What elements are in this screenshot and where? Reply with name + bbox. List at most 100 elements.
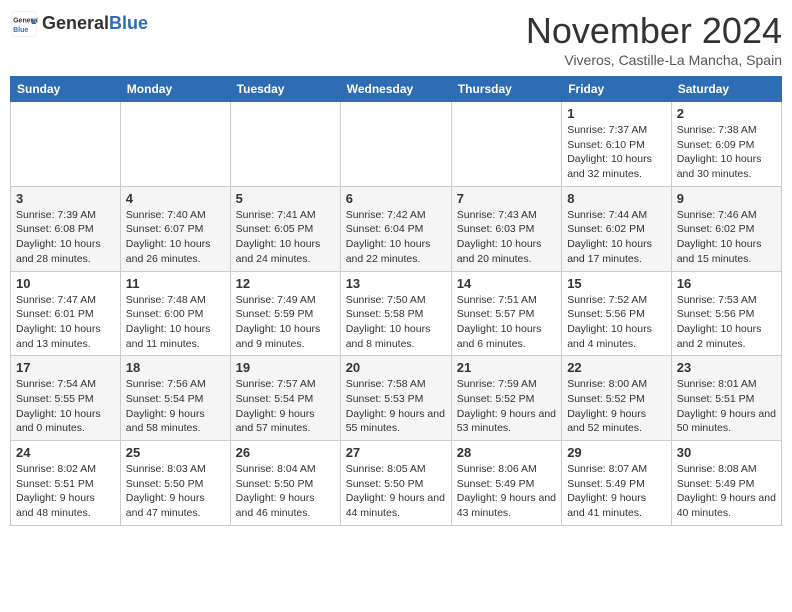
day-number: 9 <box>677 191 776 206</box>
calendar-cell: 4Sunrise: 7:40 AM Sunset: 6:07 PM Daylig… <box>120 186 230 271</box>
day-info: Sunrise: 7:44 AM Sunset: 6:02 PM Dayligh… <box>567 208 666 267</box>
calendar-cell: 24 Sunrise: 8:02 AM Sunset: 5:51 PM Dayli… <box>11 441 121 526</box>
day-number: 5 <box>236 191 335 206</box>
day-number: 19 <box>236 360 335 375</box>
day-number: 26 <box>236 445 335 460</box>
calendar-cell <box>340 102 451 187</box>
day-number: 20 <box>346 360 446 375</box>
logo-blue-text: Blue <box>109 13 148 33</box>
day-info: Sunrise: 7:48 AM Sunset: 6:00 PM Dayligh… <box>126 293 225 352</box>
calendar-cell: 16 Sunrise: 7:53 AM Sunset: 5:56 PM Dayli… <box>671 271 781 356</box>
calendar-cell: 7 Sunrise: 7:43 AM Sunset: 6:03 PM Daylig… <box>451 186 561 271</box>
day-number: 17 <box>16 360 115 375</box>
day-info: Sunrise: 7:47 AM Sunset: 6:01 PM Dayligh… <box>16 293 115 352</box>
day-number: 7 <box>457 191 556 206</box>
day-info: Sunrise: 8:04 AM Sunset: 5:50 PM Dayligh… <box>236 462 335 521</box>
day-info: Sunrise: 7:41 AM Sunset: 6:05 PM Dayligh… <box>236 208 335 267</box>
day-info: Sunrise: 8:00 AM Sunset: 5:52 PM Dayligh… <box>567 377 666 436</box>
day-info: Sunrise: 7:43 AM Sunset: 6:03 PM Dayligh… <box>457 208 556 267</box>
day-info: Sunrise: 8:05 AM Sunset: 5:50 PM Dayligh… <box>346 462 446 521</box>
day-number: 29 <box>567 445 666 460</box>
calendar-week-2: 3Sunrise: 7:39 AM Sunset: 6:08 PM Daylig… <box>11 186 782 271</box>
day-info: Sunrise: 8:02 AM Sunset: 5:51 PM Dayligh… <box>16 462 115 521</box>
day-info: Sunrise: 8:01 AM Sunset: 5:51 PM Dayligh… <box>677 377 776 436</box>
page-header: General Blue GeneralBlue November 2024 V… <box>10 10 782 68</box>
weekday-header-row: SundayMondayTuesdayWednesdayThursdayFrid… <box>11 77 782 102</box>
day-info: Sunrise: 8:03 AM Sunset: 5:50 PM Dayligh… <box>126 462 225 521</box>
day-number: 11 <box>126 276 225 291</box>
day-number: 24 <box>16 445 115 460</box>
calendar-cell: 30 Sunrise: 8:08 AM Sunset: 5:49 PM Dayli… <box>671 441 781 526</box>
calendar-cell: 15Sunrise: 7:52 AM Sunset: 5:56 PM Dayli… <box>562 271 672 356</box>
calendar-cell <box>451 102 561 187</box>
calendar-cell: 9Sunrise: 7:46 AM Sunset: 6:02 PM Daylig… <box>671 186 781 271</box>
day-number: 14 <box>457 276 556 291</box>
calendar-cell: 23 Sunrise: 8:01 AM Sunset: 5:51 PM Dayli… <box>671 356 781 441</box>
calendar-week-3: 10 Sunrise: 7:47 AM Sunset: 6:01 PM Dayli… <box>11 271 782 356</box>
logo: General Blue GeneralBlue <box>10 10 148 38</box>
day-number: 8 <box>567 191 666 206</box>
day-info: Sunrise: 7:57 AM Sunset: 5:54 PM Dayligh… <box>236 377 335 436</box>
day-number: 12 <box>236 276 335 291</box>
calendar-cell: 27 Sunrise: 8:05 AM Sunset: 5:50 PM Dayli… <box>340 441 451 526</box>
calendar-cell: 6 Sunrise: 7:42 AM Sunset: 6:04 PM Daylig… <box>340 186 451 271</box>
calendar-cell: 2 Sunrise: 7:38 AM Sunset: 6:09 PM Daylig… <box>671 102 781 187</box>
weekday-header-friday: Friday <box>562 77 672 102</box>
logo-icon: General Blue <box>10 10 38 38</box>
day-number: 30 <box>677 445 776 460</box>
day-number: 1 <box>567 106 666 121</box>
day-number: 16 <box>677 276 776 291</box>
day-number: 10 <box>16 276 115 291</box>
calendar-cell: 25 Sunrise: 8:03 AM Sunset: 5:50 PM Dayli… <box>120 441 230 526</box>
day-info: Sunrise: 7:50 AM Sunset: 5:58 PM Dayligh… <box>346 293 446 352</box>
day-number: 21 <box>457 360 556 375</box>
calendar-cell: 18Sunrise: 7:56 AM Sunset: 5:54 PM Dayli… <box>120 356 230 441</box>
calendar-week-1: 1 Sunrise: 7:37 AM Sunset: 6:10 PM Daylig… <box>11 102 782 187</box>
day-number: 13 <box>346 276 446 291</box>
day-info: Sunrise: 7:38 AM Sunset: 6:09 PM Dayligh… <box>677 123 776 182</box>
calendar-cell: 12Sunrise: 7:49 AM Sunset: 5:59 PM Dayli… <box>230 271 340 356</box>
day-info: Sunrise: 8:08 AM Sunset: 5:49 PM Dayligh… <box>677 462 776 521</box>
day-info: Sunrise: 7:53 AM Sunset: 5:56 PM Dayligh… <box>677 293 776 352</box>
day-info: Sunrise: 7:37 AM Sunset: 6:10 PM Dayligh… <box>567 123 666 182</box>
day-info: Sunrise: 7:58 AM Sunset: 5:53 PM Dayligh… <box>346 377 446 436</box>
weekday-header-saturday: Saturday <box>671 77 781 102</box>
day-info: Sunrise: 7:56 AM Sunset: 5:54 PM Dayligh… <box>126 377 225 436</box>
calendar-cell: 20 Sunrise: 7:58 AM Sunset: 5:53 PM Dayli… <box>340 356 451 441</box>
calendar-cell: 19 Sunrise: 7:57 AM Sunset: 5:54 PM Dayli… <box>230 356 340 441</box>
calendar-cell: 11 Sunrise: 7:48 AM Sunset: 6:00 PM Dayli… <box>120 271 230 356</box>
day-info: Sunrise: 7:52 AM Sunset: 5:56 PM Dayligh… <box>567 293 666 352</box>
day-number: 23 <box>677 360 776 375</box>
calendar-cell <box>230 102 340 187</box>
calendar-cell: 1 Sunrise: 7:37 AM Sunset: 6:10 PM Daylig… <box>562 102 672 187</box>
calendar-cell: 26 Sunrise: 8:04 AM Sunset: 5:50 PM Dayli… <box>230 441 340 526</box>
day-info: Sunrise: 7:51 AM Sunset: 5:57 PM Dayligh… <box>457 293 556 352</box>
weekday-header-sunday: Sunday <box>11 77 121 102</box>
calendar-cell: 10 Sunrise: 7:47 AM Sunset: 6:01 PM Dayli… <box>11 271 121 356</box>
weekday-header-monday: Monday <box>120 77 230 102</box>
day-number: 3 <box>16 191 115 206</box>
day-info: Sunrise: 8:07 AM Sunset: 5:49 PM Dayligh… <box>567 462 666 521</box>
calendar-cell: 5 Sunrise: 7:41 AM Sunset: 6:05 PM Daylig… <box>230 186 340 271</box>
day-number: 22 <box>567 360 666 375</box>
day-number: 4 <box>126 191 225 206</box>
day-number: 2 <box>677 106 776 121</box>
calendar-week-5: 24 Sunrise: 8:02 AM Sunset: 5:51 PM Dayli… <box>11 441 782 526</box>
day-info: Sunrise: 7:42 AM Sunset: 6:04 PM Dayligh… <box>346 208 446 267</box>
day-info: Sunrise: 7:54 AM Sunset: 5:55 PM Dayligh… <box>16 377 115 436</box>
calendar-cell: 17 Sunrise: 7:54 AM Sunset: 5:55 PM Dayli… <box>11 356 121 441</box>
logo-general-text: General <box>42 13 109 33</box>
calendar-cell <box>120 102 230 187</box>
calendar-cell: 22 Sunrise: 8:00 AM Sunset: 5:52 PM Dayli… <box>562 356 672 441</box>
calendar-cell: 14 Sunrise: 7:51 AM Sunset: 5:57 PM Dayli… <box>451 271 561 356</box>
weekday-header-thursday: Thursday <box>451 77 561 102</box>
calendar-table: SundayMondayTuesdayWednesdayThursdayFrid… <box>10 76 782 526</box>
day-info: Sunrise: 7:59 AM Sunset: 5:52 PM Dayligh… <box>457 377 556 436</box>
day-number: 6 <box>346 191 446 206</box>
day-number: 27 <box>346 445 446 460</box>
day-number: 25 <box>126 445 225 460</box>
location-text: Viveros, Castille-La Mancha, Spain <box>526 52 782 68</box>
weekday-header-wednesday: Wednesday <box>340 77 451 102</box>
calendar-cell <box>11 102 121 187</box>
day-info: Sunrise: 8:06 AM Sunset: 5:49 PM Dayligh… <box>457 462 556 521</box>
